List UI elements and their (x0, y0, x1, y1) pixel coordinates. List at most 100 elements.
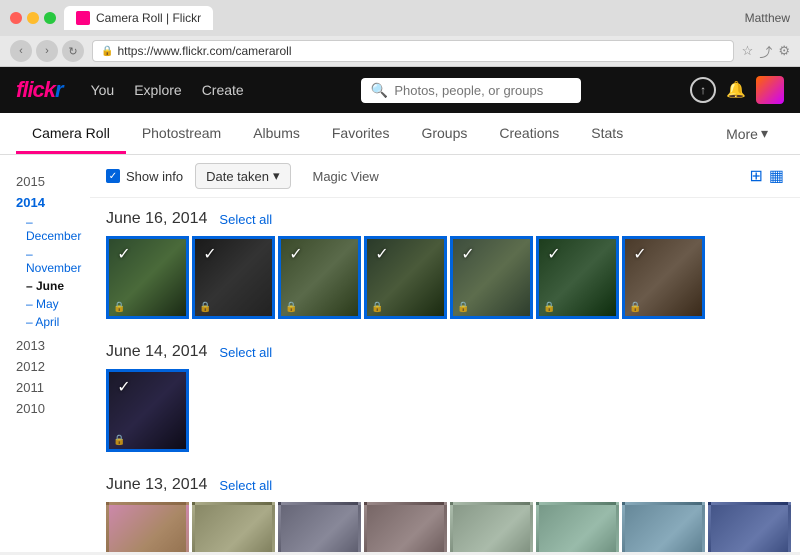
photo-thumb[interactable]: ✓ 🔒 (536, 236, 619, 319)
url-text: https://www.flickr.com/cameraroll (117, 44, 291, 58)
subnav-groups[interactable]: Groups (405, 115, 483, 154)
sidebar-year-2015[interactable]: 2015 (16, 171, 90, 192)
photo-thumb[interactable] (106, 502, 189, 552)
search-input[interactable] (394, 83, 571, 98)
photo-thumb[interactable] (622, 502, 705, 552)
flickr-logo: flickr (16, 77, 63, 103)
sidebar-month-april[interactable]: – April (16, 313, 90, 331)
lock-icon: 🔒 (113, 435, 125, 446)
photo-strip-june14: ✓ 🔒 (106, 369, 784, 452)
photo-strip-june16: ✓ 🔒 ✓ 🔒 ✓ 🔒 ✓ 🔒 (106, 236, 784, 319)
select-all-june16[interactable]: Select all (219, 212, 272, 227)
photo-thumb[interactable]: ✓ 🔒 (106, 369, 189, 452)
show-info-label: Show info (126, 169, 183, 184)
subnav-creations[interactable]: Creations (483, 115, 575, 154)
subnav-stats[interactable]: Stats (575, 115, 639, 154)
chevron-down-icon: ▾ (761, 125, 768, 142)
traffic-lights (10, 12, 56, 24)
date-taken-button[interactable]: Date taken ▾ (195, 163, 290, 189)
group-header-june16: June 16, 2014 Select all (106, 210, 784, 228)
nav-links: You Explore Create (83, 78, 252, 102)
select-all-june14[interactable]: Select all (219, 345, 272, 360)
photo-thumb[interactable] (364, 502, 447, 552)
photo-thumb[interactable] (536, 502, 619, 552)
photo-thumb[interactable]: ✓ 🔒 (622, 236, 705, 319)
bell-icon[interactable]: 🔔 (726, 80, 746, 100)
address-bar: ‹ › ↻ 🔒 https://www.flickr.com/camerarol… (0, 36, 800, 66)
photo-thumb[interactable]: ✓ 🔒 (106, 236, 189, 319)
sidebar-month-may[interactable]: – May (16, 295, 90, 313)
user-avatar[interactable] (756, 76, 784, 104)
photo-thumb[interactable] (450, 502, 533, 552)
sidebar-year-2014[interactable]: 2014 (16, 192, 90, 213)
sidebar-month-june[interactable]: – June (16, 277, 90, 295)
lock-icon: 🔒 (457, 302, 469, 313)
refresh-button[interactable]: ↻ (62, 40, 84, 62)
search-box[interactable]: 🔍 (361, 78, 581, 103)
check-icon: ✓ (113, 376, 135, 398)
magic-view-button[interactable]: Magic View (303, 165, 389, 188)
nav-actions: ↑ 🔔 (690, 76, 784, 104)
lock-icon: 🔒 (543, 302, 555, 313)
forward-button[interactable]: › (36, 40, 58, 62)
extensions-icon[interactable]: ⚙ (778, 43, 790, 59)
photo-thumb[interactable] (192, 502, 275, 552)
flickr-subnav: Camera Roll Photostream Albums Favorites… (0, 113, 800, 155)
photo-thumb[interactable]: ✓ 🔒 (450, 236, 533, 319)
minimize-button[interactable] (27, 12, 39, 24)
flickr-content: 2015 2014 – December – November – June –… (0, 155, 800, 552)
subnav-favorites[interactable]: Favorites (316, 115, 406, 154)
nav-you[interactable]: You (83, 78, 123, 102)
group-date-june14: June 14, 2014 (106, 343, 207, 361)
lock-icon: 🔒 (371, 302, 383, 313)
lock-icon: 🔒 (285, 302, 297, 313)
grid-view-icon[interactable]: ⊞ (749, 166, 762, 186)
chrome-user-name: Matthew (745, 11, 790, 25)
browser-chrome: Camera Roll | Flickr Matthew ‹ › ↻ 🔒 htt… (0, 0, 800, 67)
group-header-june13: June 13, 2014 Select all (106, 476, 784, 494)
tab-favicon (76, 11, 90, 25)
back-button[interactable]: ‹ (10, 40, 32, 62)
photo-thumb[interactable] (278, 502, 361, 552)
photo-thumb[interactable]: ✓ 🔒 (278, 236, 361, 319)
browser-tab[interactable]: Camera Roll | Flickr (64, 6, 213, 30)
select-all-june13[interactable]: Select all (219, 478, 272, 493)
subnav-photostream[interactable]: Photostream (126, 115, 237, 154)
nav-buttons: ‹ › ↻ (10, 40, 84, 62)
photo-thumb[interactable]: ✓ 🔒 (192, 236, 275, 319)
sidebar-month-december[interactable]: – December (16, 213, 90, 245)
photo-thumb[interactable] (708, 502, 791, 552)
group-date-june16: June 16, 2014 (106, 210, 207, 228)
sidebar-month-november[interactable]: – November (16, 245, 90, 277)
lock-icon: 🔒 (199, 302, 211, 313)
date-dropdown-icon: ▾ (273, 168, 280, 184)
subnav-more[interactable]: More ▾ (710, 115, 784, 152)
show-info-checkbox[interactable]: ✓ Show info (106, 169, 183, 184)
subnav-albums[interactable]: Albums (237, 115, 316, 154)
check-icon: ✓ (285, 243, 307, 265)
sidebar-year-2011[interactable]: 2011 (16, 377, 90, 398)
sidebar-year-2010[interactable]: 2010 (16, 398, 90, 419)
sidebar-year-2012[interactable]: 2012 (16, 356, 90, 377)
sidebar-year-2013[interactable]: 2013 (16, 335, 90, 356)
nav-explore[interactable]: Explore (126, 78, 189, 102)
subnav-camera-roll[interactable]: Camera Roll (16, 115, 126, 154)
photo-strip-june13 (106, 502, 784, 552)
check-icon: ✓ (199, 243, 221, 265)
photo-group-june16: June 16, 2014 Select all ✓ 🔒 ✓ 🔒 ✓ 🔒 (90, 198, 800, 331)
group-date-june13: June 13, 2014 (106, 476, 207, 494)
flickr-nav: flickr You Explore Create 🔍 ↑ 🔔 (0, 67, 800, 113)
close-button[interactable] (10, 12, 22, 24)
nav-create[interactable]: Create (194, 78, 252, 102)
checkbox-checked: ✓ (106, 169, 120, 183)
list-view-icon[interactable]: ▦ (769, 166, 784, 186)
maximize-button[interactable] (44, 12, 56, 24)
photo-thumb[interactable]: ✓ 🔒 (364, 236, 447, 319)
star-icon[interactable]: ☆ (742, 43, 754, 59)
content-toolbar: ✓ Show info Date taken ▾ Magic View ⊞ ▦ (90, 155, 800, 198)
upload-button[interactable]: ↑ (690, 77, 716, 103)
url-bar[interactable]: 🔒 https://www.flickr.com/cameraroll (92, 40, 734, 62)
check-icon: ✓ (629, 243, 651, 265)
share-icon[interactable]: ⤴ (759, 42, 772, 61)
photo-group-june14: June 14, 2014 Select all ✓ 🔒 (90, 331, 800, 464)
